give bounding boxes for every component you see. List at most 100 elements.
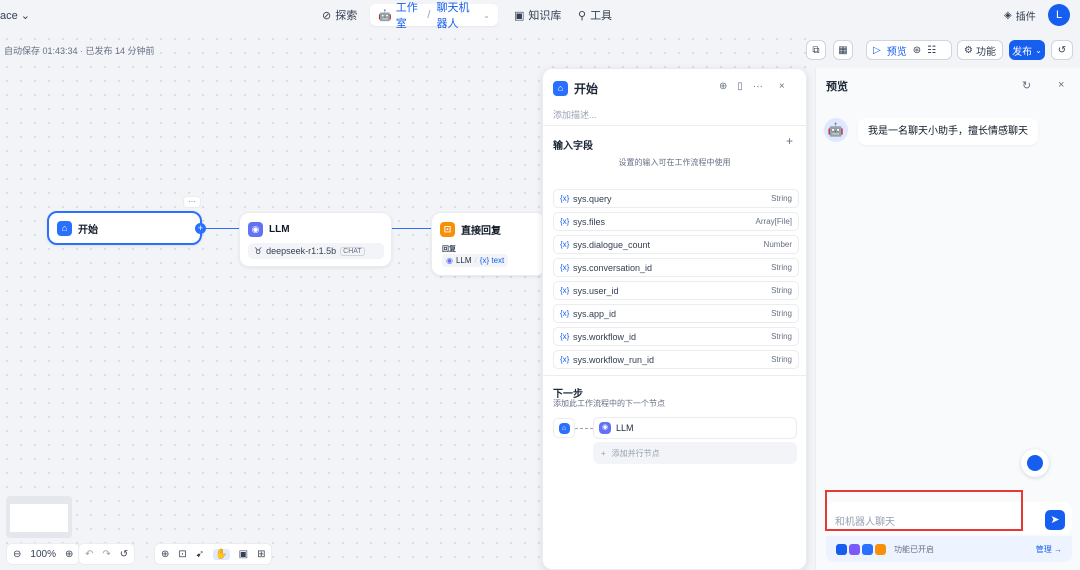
close-icon[interactable]: × [779,81,785,92]
zoom-control[interactable]: ⊖ 100% ⊕ [6,543,81,565]
preview-button[interactable]: 预览 [887,43,907,58]
note-icon[interactable]: ⊡ [178,549,186,560]
conversation-vars-button[interactable]: ▦ [833,40,853,60]
history-button[interactable]: ↺ [1051,40,1073,60]
export-image-icon[interactable]: ▣ [239,549,248,560]
feature-icon-3 [862,543,873,555]
chat-input[interactable]: 和机器人聊天 [825,490,1023,531]
assistant-bubble-button[interactable] [1021,449,1049,477]
app-name[interactable]: 聊天机器人 [436,0,479,31]
nav-tools[interactable]: ⚲ 工具 [570,4,620,26]
edge-llm-answer [392,228,431,229]
history-controls: ↶ ↷ ↺ [78,543,136,565]
publish-button[interactable]: 发布 ⌄ [1009,40,1045,60]
start-node[interactable]: ⌂ 开始 [47,211,202,245]
var-name: sys.conversation_id [573,263,653,273]
history-icon[interactable]: ↺ [120,549,128,560]
send-button[interactable]: ➤ [1045,510,1065,530]
add-field-plus-icon[interactable]: + [786,134,793,148]
add-node-plus-icon[interactable]: + [195,223,206,234]
var-name: sys.workflow_id [573,332,637,342]
model-mode-badge: CHAT [340,246,365,256]
features-button[interactable]: ⚙ 功能 [957,40,1003,60]
answer-ref-node: LLM [455,256,472,265]
book-icon[interactable]: ▯ [737,81,743,92]
home-icon: ⌂ [553,81,568,96]
variable-icon: {x} [560,309,570,318]
input-fields-heading: 输入字段 [553,141,593,152]
tool-icon: ⚲ [578,9,587,22]
add-parallel-node-button[interactable]: + 添加并行节点 [593,442,797,464]
manage-link[interactable]: 管理 → [1036,544,1062,555]
add-node-icon[interactable]: ⊕ [161,549,169,560]
feature-icon-2 [849,543,860,555]
cube-icon: ◈ [1004,10,1012,21]
nav-studio[interactable]: 🤖 工作室 / 聊天机器人 ⌄ [370,2,498,30]
nav-tools-label: 工具 [590,10,613,22]
grid-icon: ▦ [838,44,848,56]
node-more-button[interactable]: ··· [183,196,201,208]
panel-title[interactable]: 开始 [574,80,598,97]
avatar[interactable]: L [1048,4,1070,26]
separator: / [427,9,431,21]
minimap[interactable] [6,496,72,538]
var-type: Number [763,240,792,249]
answer-var-ref: ◉ LLM / {x} text [442,254,509,267]
var-row: {x} sys.query String [553,189,799,208]
nav-knowledge[interactable]: ▣ 知识库 [506,4,569,26]
run-icon[interactable]: ⊕ [719,81,727,92]
workspace-switcher[interactable]: ace ⌄ [0,9,30,22]
var-type: String [771,309,792,318]
history-icon: ↺ [1057,44,1067,56]
undo-icon[interactable]: ↶ [85,549,93,560]
run-group: ▷ 预览 ⊛ ☷ [866,40,952,60]
brain-icon: ◉ [446,256,453,265]
start-node-header: ⌂ 开始 [57,221,98,236]
var-row: {x} sys.conversation_id String [553,258,799,277]
var-row: {x} sys.user_id String [553,281,799,300]
model-icon: ♉ [254,245,263,256]
plugin-button[interactable]: ◈ 插件 [1004,8,1036,23]
var-type: String [771,332,792,341]
brain-icon: ◉ [248,222,263,237]
send-icon: ➤ [1050,514,1060,526]
close-icon[interactable]: × [1058,79,1064,91]
var-type: Array[File] [755,217,792,226]
var-name: sys.workflow_run_id [573,355,655,365]
var-row: {x} sys.workflow_run_id String [553,350,799,369]
nav-explore-label: 探索 [335,10,358,22]
redo-icon[interactable]: ↷ [102,549,110,560]
bot-message: 我是一名聊天小助手，擅长情感聊天 [858,118,1038,145]
answer-node[interactable]: ⊡ 直接回复 回复 ◉ LLM / {x} text [431,212,546,276]
more-icon[interactable]: ··· [753,81,763,92]
chat-vars-icon: ⧉ [812,44,820,56]
hand-icon[interactable]: ✋ [213,548,230,560]
env-vars-button[interactable]: ⧉ [806,40,826,60]
organize-icon[interactable]: ⊞ [257,549,265,560]
play-icon: ▷ [873,44,881,56]
brain-icon: ◉ [599,422,611,434]
var-type: String [771,194,792,203]
preview-title: 预览 [826,81,848,93]
zoom-in-icon[interactable]: ⊕ [65,549,73,560]
variable-icon: {x} [560,332,570,341]
features-icon: ⚙ [964,44,973,56]
home-icon: ⌂ [558,423,570,434]
checklist-icon[interactable]: ⊛ [913,45,921,56]
variable-icon: {x} [560,263,570,272]
nav-explore[interactable]: ⊘ 探索 [314,4,365,26]
zoom-out-icon[interactable]: ⊖ [13,549,21,560]
pointer-icon[interactable]: ➹ [196,549,204,560]
panel-description-input[interactable]: 添加描述... [553,108,597,121]
model-selector[interactable]: ♉ deepseek-r1:1.5b CHAT [248,243,384,259]
list-icon[interactable]: ☷ [927,45,936,56]
features-bar: 功能已开启 管理 → [826,536,1072,562]
book-icon: ▣ [514,9,525,22]
refresh-icon[interactable]: ↻ [1022,79,1031,92]
top-bar: ace ⌄ ⊘ 探索 🤖 工作室 / 聊天机器人 ⌄ ▣ 知识库 ⚲ 工具 ◈ … [0,0,1080,32]
answer-ref-var: {x} text [479,256,505,265]
next-node-llm[interactable]: ◉ LLM [593,417,797,439]
llm-node[interactable]: ◉ LLM ♉ deepseek-r1:1.5b CHAT [239,212,392,267]
edge-start-llm [206,228,239,229]
reply-icon: ⊡ [440,222,455,237]
